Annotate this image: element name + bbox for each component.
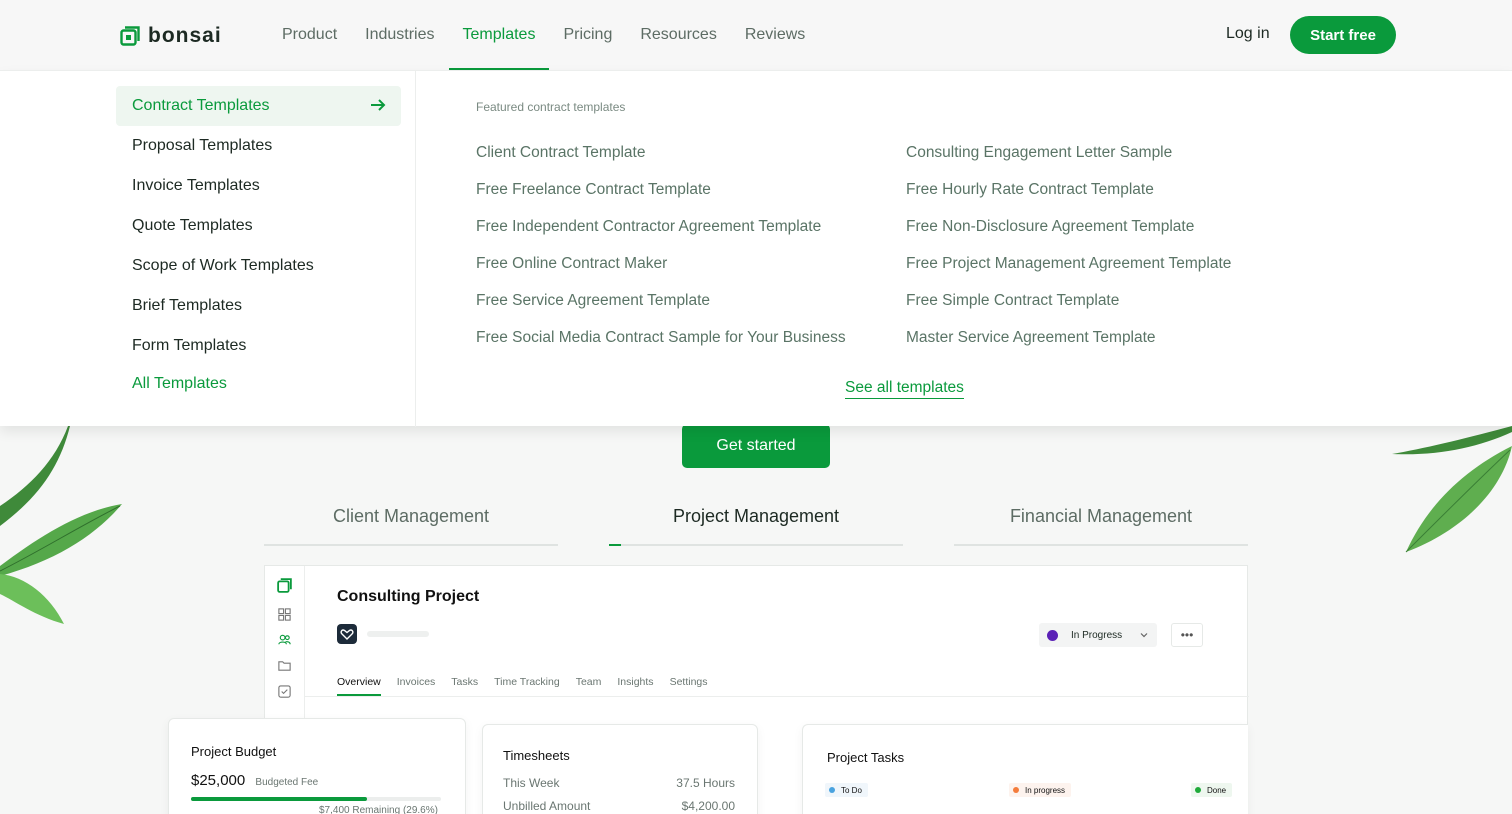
column-in-progress: In progress xyxy=(1009,783,1072,797)
status-dot xyxy=(1047,629,1058,641)
more-options-button[interactable]: ••• xyxy=(1171,623,1203,647)
status-dot xyxy=(1195,787,1201,793)
client-name-placeholder xyxy=(367,631,429,637)
templates-mega-menu: Contract Templates Proposal Templates In… xyxy=(0,70,1512,427)
column-done: Done xyxy=(1191,783,1233,797)
template-link[interactable]: Free Social Media Contract Sample for Yo… xyxy=(476,329,846,347)
template-link[interactable]: Free Non-Disclosure Agreement Template xyxy=(906,218,1194,236)
nav-templates[interactable]: Templates xyxy=(448,0,550,70)
template-link[interactable]: Free Hourly Rate Contract Template xyxy=(906,181,1154,199)
category-label: Contract Templates xyxy=(132,97,270,114)
template-link[interactable]: Consulting Engagement Letter Sample xyxy=(906,144,1172,162)
checkbox-icon[interactable] xyxy=(277,684,292,699)
tab-label: Project Management xyxy=(672,506,840,526)
budget-progress-bar xyxy=(191,797,441,801)
subtab-team[interactable]: Team xyxy=(576,676,602,696)
brand-name: bonsai xyxy=(148,24,222,47)
category-proposal-templates[interactable]: Proposal Templates xyxy=(116,126,401,166)
see-all-templates-link[interactable]: See all templates xyxy=(845,379,964,399)
template-link[interactable]: Client Contract Template xyxy=(476,144,645,162)
category-quote-templates[interactable]: Quote Templates xyxy=(116,206,401,246)
divider xyxy=(305,696,1249,697)
heart-icon xyxy=(340,629,354,640)
column-label: Done xyxy=(1207,785,1227,795)
arrow-right-icon xyxy=(371,99,386,111)
category-contract-templates[interactable]: Contract Templates xyxy=(116,86,401,126)
status-label: In Progress xyxy=(1071,629,1123,641)
template-link[interactable]: Free Project Management Agreement Templa… xyxy=(906,255,1231,273)
budget-label: Budgeted Fee xyxy=(255,777,319,788)
bonsai-logo-icon xyxy=(120,26,140,46)
tab-financial-management[interactable]: Financial Management xyxy=(954,500,1248,546)
bonsai-logo[interactable]: bonsai xyxy=(120,24,222,48)
column-label: In progress xyxy=(1025,785,1066,795)
nav-reviews[interactable]: Reviews xyxy=(731,0,819,70)
status-dropdown[interactable]: In Progress xyxy=(1039,623,1157,647)
tab-project-management[interactable]: Project Management xyxy=(609,500,903,546)
subtab-insights[interactable]: Insights xyxy=(617,676,653,696)
project-tasks-card: Project Tasks To Do In progress Done xyxy=(802,724,1248,814)
budget-amount: $25,000 Budgeted Fee xyxy=(191,772,318,789)
card-title: Project Budget xyxy=(191,744,277,759)
nav-resources[interactable]: Resources xyxy=(626,0,730,70)
login-link[interactable]: Log in xyxy=(1226,25,1270,43)
row-value: 37.5 Hours xyxy=(676,776,735,790)
template-categories: Contract Templates Proposal Templates In… xyxy=(0,71,416,427)
status-dot xyxy=(829,787,835,793)
subtab-time-tracking[interactable]: Time Tracking xyxy=(494,676,560,696)
subtab-invoices[interactable]: Invoices xyxy=(397,676,436,696)
template-link[interactable]: Free Simple Contract Template xyxy=(906,292,1119,310)
timesheet-row: This Week 37.5 Hours xyxy=(503,776,735,790)
column-todo: To Do xyxy=(825,783,868,797)
template-link[interactable]: Master Service Agreement Template xyxy=(906,329,1156,347)
feature-tabs: Client Management Project Management Fin… xyxy=(264,500,1248,546)
main-nav: Product Industries Templates Pricing Res… xyxy=(268,0,819,70)
nav-pricing[interactable]: Pricing xyxy=(549,0,626,70)
grid-icon[interactable] xyxy=(277,607,292,622)
folder-icon[interactable] xyxy=(277,658,292,673)
row-label: Unbilled Amount xyxy=(503,799,591,813)
users-icon[interactable] xyxy=(277,632,292,647)
status-dot xyxy=(1013,787,1019,793)
leaf-decoration-right xyxy=(1392,426,1512,553)
budget-remaining: $7,400 Remaining (29.6%) xyxy=(319,805,438,814)
featured-heading: Featured contract templates xyxy=(476,100,626,114)
category-all-templates[interactable]: All Templates xyxy=(116,364,401,404)
bonsai-logo-icon[interactable] xyxy=(277,578,292,593)
tab-progress-indicator xyxy=(609,544,621,546)
template-link[interactable]: Free Online Contract Maker xyxy=(476,255,667,273)
get-started-button[interactable]: Get started xyxy=(682,424,830,468)
chevron-down-icon xyxy=(1140,633,1148,638)
subtab-overview[interactable]: Overview xyxy=(337,676,381,696)
card-title: Project Tasks xyxy=(827,750,905,765)
card-title: Timesheets xyxy=(503,748,570,763)
budget-progress-fill xyxy=(191,797,367,801)
nav-industries[interactable]: Industries xyxy=(351,0,448,70)
subtab-settings[interactable]: Settings xyxy=(670,676,708,696)
category-invoice-templates[interactable]: Invoice Templates xyxy=(116,166,401,206)
template-link[interactable]: Free Freelance Contract Template xyxy=(476,181,711,199)
timesheet-row: Unbilled Amount $4,200.00 xyxy=(503,799,735,813)
client-avatar xyxy=(337,624,357,644)
category-brief-templates[interactable]: Brief Templates xyxy=(116,286,401,326)
row-label: This Week xyxy=(503,776,560,790)
project-budget-card: Project Budget $25,000 Budgeted Fee $7,4… xyxy=(168,718,466,814)
timesheets-card: Timesheets This Week 37.5 Hours Unbilled… xyxy=(482,724,758,814)
template-link[interactable]: Free Service Agreement Template xyxy=(476,292,710,310)
tab-client-management[interactable]: Client Management xyxy=(264,500,558,546)
row-value: $4,200.00 xyxy=(681,799,735,813)
nav-product[interactable]: Product xyxy=(268,0,351,70)
project-title: Consulting Project xyxy=(337,588,480,605)
subtab-tasks[interactable]: Tasks xyxy=(451,676,478,696)
start-free-button[interactable]: Start free xyxy=(1290,16,1396,54)
leaf-decoration-left xyxy=(0,426,122,624)
category-form-templates[interactable]: Form Templates xyxy=(116,326,401,366)
category-scope-of-work-templates[interactable]: Scope of Work Templates xyxy=(116,246,401,286)
column-label: To Do xyxy=(841,785,862,795)
budget-value: $25,000 xyxy=(191,772,246,789)
project-subtabs: Overview Invoices Tasks Time Tracking Te… xyxy=(337,676,708,696)
site-header: bonsai Product Industries Templates Pric… xyxy=(0,0,1512,70)
template-link[interactable]: Free Independent Contractor Agreement Te… xyxy=(476,218,821,236)
